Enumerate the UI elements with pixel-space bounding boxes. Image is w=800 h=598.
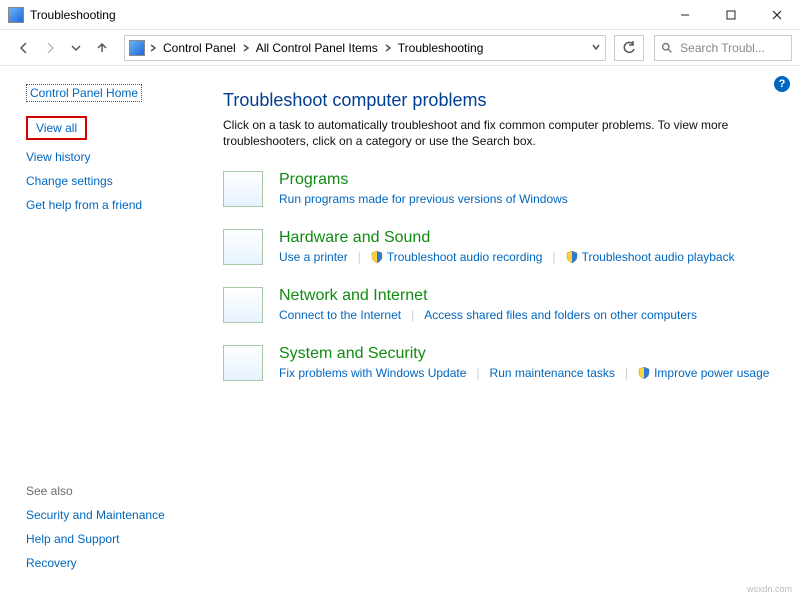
shield-icon	[566, 251, 578, 263]
chevron-right-icon[interactable]	[384, 41, 392, 55]
main-panel: Troubleshoot computer problems Click on …	[205, 66, 800, 598]
task-link[interactable]: Improve power usage	[638, 366, 769, 380]
breadcrumb-mid[interactable]: All Control Panel Items	[252, 41, 382, 55]
search-icon	[661, 41, 672, 54]
task-link-label: Improve power usage	[654, 366, 769, 380]
page-title: Troubleshoot computer problems	[223, 90, 770, 111]
page-description: Click on a task to automatically trouble…	[223, 117, 770, 149]
see-also-recovery[interactable]: Recovery	[26, 556, 187, 570]
category-icon	[223, 229, 263, 265]
minimize-button[interactable]	[662, 0, 708, 30]
separator: |	[411, 308, 414, 322]
sidebar-link-view-history[interactable]: View history	[26, 150, 187, 164]
shield-icon	[371, 251, 383, 263]
task-link-label: Connect to the Internet	[279, 308, 401, 322]
window-title: Troubleshooting	[30, 8, 116, 22]
task-link[interactable]: Troubleshoot audio playback	[566, 250, 735, 264]
task-link[interactable]: Troubleshoot audio recording	[371, 250, 543, 264]
address-dropdown-icon[interactable]	[591, 41, 601, 55]
content-area: ? Control Panel Home View all View histo…	[0, 66, 800, 598]
shield-icon	[638, 367, 650, 379]
task-link[interactable]: Access shared files and folders on other…	[424, 308, 697, 322]
see-also-security[interactable]: Security and Maintenance	[26, 508, 187, 522]
title-bar: Troubleshooting	[0, 0, 800, 30]
separator: |	[476, 366, 479, 380]
category-programs: Programs Run programs made for previous v…	[223, 171, 770, 207]
chevron-right-icon[interactable]	[242, 41, 250, 55]
recent-dropdown[interactable]	[66, 38, 86, 58]
task-link[interactable]: Connect to the Internet	[279, 308, 401, 322]
watermark: wsxdn.com	[747, 584, 792, 594]
task-link[interactable]: Run programs made for previous versions …	[279, 192, 568, 206]
breadcrumb-leaf[interactable]: Troubleshooting	[394, 41, 488, 55]
category-title[interactable]: System and Security	[279, 345, 770, 363]
task-link[interactable]: Use a printer	[279, 250, 348, 264]
task-link[interactable]: Run maintenance tasks	[490, 366, 615, 380]
task-link-label: Access shared files and folders on other…	[424, 308, 697, 322]
close-button[interactable]	[754, 0, 800, 30]
navigation-bar: Control Panel All Control Panel Items Tr…	[0, 30, 800, 66]
sidebar-link-view-all[interactable]: View all	[36, 121, 77, 135]
back-button[interactable]	[14, 38, 34, 58]
task-link-label: Troubleshoot audio playback	[582, 250, 735, 264]
task-link-label: Fix problems with Windows Update	[279, 366, 466, 380]
sidebar: Control Panel Home View all View history…	[0, 66, 205, 598]
forward-button[interactable]	[40, 38, 60, 58]
maximize-button[interactable]	[708, 0, 754, 30]
search-box[interactable]	[654, 35, 792, 61]
task-link-label: Run programs made for previous versions …	[279, 192, 568, 206]
category-title[interactable]: Network and Internet	[279, 287, 770, 305]
category-icon	[223, 287, 263, 323]
refresh-button[interactable]	[614, 35, 644, 61]
separator: |	[358, 250, 361, 264]
task-link[interactable]: Fix problems with Windows Update	[279, 366, 466, 380]
up-button[interactable]	[92, 38, 112, 58]
view-all-highlight: View all	[26, 116, 87, 140]
breadcrumb-root[interactable]: Control Panel	[159, 41, 240, 55]
chevron-right-icon[interactable]	[149, 41, 157, 55]
category-icon	[223, 171, 263, 207]
sidebar-link-change-settings[interactable]: Change settings	[26, 174, 187, 188]
address-bar[interactable]: Control Panel All Control Panel Items Tr…	[124, 35, 606, 61]
control-panel-icon	[129, 40, 145, 56]
search-input[interactable]	[678, 40, 785, 56]
control-panel-home-link[interactable]: Control Panel Home	[26, 84, 142, 102]
see-also-help[interactable]: Help and Support	[26, 532, 187, 546]
separator: |	[625, 366, 628, 380]
separator: |	[552, 250, 555, 264]
task-link-label: Run maintenance tasks	[490, 366, 615, 380]
task-link-label: Use a printer	[279, 250, 348, 264]
sidebar-link-get-help[interactable]: Get help from a friend	[26, 198, 187, 212]
category-title[interactable]: Programs	[279, 171, 770, 189]
category-icon	[223, 345, 263, 381]
category-title[interactable]: Hardware and Sound	[279, 229, 770, 247]
see-also-label: See also	[26, 484, 187, 498]
task-link-label: Troubleshoot audio recording	[387, 250, 543, 264]
help-icon[interactable]: ?	[774, 76, 790, 92]
category-system-and-security: System and Security Fix problems with Win…	[223, 345, 770, 381]
app-icon	[8, 7, 24, 23]
category-hardware-and-sound: Hardware and Sound Use a printer | Troubles…	[223, 229, 770, 265]
category-network-and-internet: Network and Internet Connect to the Inter…	[223, 287, 770, 323]
